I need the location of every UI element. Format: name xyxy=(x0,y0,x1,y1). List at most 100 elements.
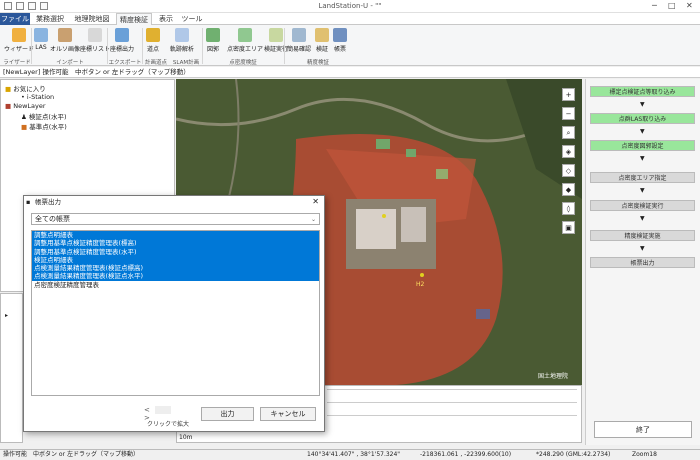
las-button[interactable]: LAS xyxy=(34,28,48,51)
tab-tools[interactable]: ツール xyxy=(180,13,204,25)
quick-check-button[interactable]: 簡易確認 xyxy=(287,28,311,53)
step-density-sheet[interactable]: 点密度図郭設定 xyxy=(590,140,695,151)
arrow-down-icon: ▼ xyxy=(640,187,645,194)
density-area-icon xyxy=(238,28,252,42)
group-export: エクスポート xyxy=(108,60,142,66)
arrow-down-icon: ▼ xyxy=(640,128,645,135)
workflow-panel: 標定点検証点等取り込み ▼ 点群LAS取り込み ▼ 点密度図郭設定 ▼ 点密度エ… xyxy=(585,79,700,445)
report-icon xyxy=(333,28,347,42)
dialog-title: 帳票出力 xyxy=(35,198,61,206)
dialog-app-icon: ▪ xyxy=(26,198,31,206)
close-icon[interactable]: ✕ xyxy=(686,1,693,10)
group-wizard: ライザード xyxy=(3,60,31,66)
report-list[interactable]: 調整点明細表 調整用基準点検証精度管理表(標高) 調整用基準点検証精度管理表(水… xyxy=(31,230,320,396)
folder-icon: ■ xyxy=(5,85,12,93)
coord-list-button[interactable]: 座標リスト xyxy=(80,28,110,53)
layer-icon: ■ xyxy=(5,102,12,110)
maximize-icon[interactable]: □ xyxy=(668,1,676,10)
ribbon: ウィザード LAS オルソ画像 座標リスト 座標出力 道点 軌跡解析 図郭 点密… xyxy=(0,25,700,66)
verify-icon xyxy=(315,28,329,42)
arrow-down-icon: ▼ xyxy=(640,155,645,162)
group-density: 点密度検証 xyxy=(229,60,257,66)
camera-icon[interactable]: ▣ xyxy=(562,221,575,234)
minimize-icon[interactable]: ─ xyxy=(652,1,657,10)
road-point-button[interactable]: 道点 xyxy=(146,28,160,53)
density-area-button[interactable]: 点密度エリア xyxy=(227,28,263,53)
tab-view[interactable]: 表示 xyxy=(154,13,178,25)
list-item[interactable]: 調整用基準点検証精度管理表(水平) xyxy=(32,247,319,256)
group-import: インポート xyxy=(56,60,84,66)
cancel-button[interactable]: キャンセル xyxy=(260,407,316,421)
step-report[interactable]: 帳票出力 xyxy=(590,257,695,268)
las-icon xyxy=(34,28,48,42)
prev-button[interactable]: < xyxy=(144,406,150,414)
step-import-las[interactable]: 点群LAS取り込み xyxy=(590,113,695,124)
window-title: LandStation-U - "" xyxy=(318,2,382,10)
zoom-in-icon[interactable]: + xyxy=(562,88,575,101)
ribbon-tabs: ファイル 業務選択 地理院地図 精度検証 表示 ツール xyxy=(0,13,700,25)
road-point-icon xyxy=(146,28,160,42)
tree-item-base-point[interactable]: ■ 基準点(水平) xyxy=(21,121,67,131)
tab-file[interactable]: ファイル xyxy=(0,13,30,25)
sheet-button[interactable]: 図郭 xyxy=(206,28,220,53)
select-icon[interactable]: ◆ xyxy=(562,183,575,196)
preview-thumb[interactable] xyxy=(155,406,172,414)
map-marker-label: H2 xyxy=(416,281,425,288)
zoom-out-icon[interactable]: − xyxy=(562,107,575,120)
status-bar: 操作可能 中ボタン or 左ドラッグ（マップ移動） 140°34'41.407"… xyxy=(0,449,700,459)
export-icon xyxy=(115,28,129,42)
list-item[interactable]: 検証点明細表 xyxy=(32,255,319,265)
tree-layer[interactable]: ■ NewLayer xyxy=(5,102,46,110)
tab-accuracy[interactable]: 精度検証 xyxy=(116,13,152,25)
group-slam: SLAM計画 xyxy=(172,60,200,66)
step-density-area[interactable]: 点密度エリア指定 xyxy=(590,172,695,183)
sheet-icon xyxy=(206,28,220,42)
report-output-dialog: ▪ 帳票出力 ✕ 全ての帳票 ⌄ 調整点明細表 調整用基準点検証精度管理表(標高… xyxy=(23,195,325,432)
measure-icon[interactable]: ◇ xyxy=(562,164,575,177)
arrow-down-icon: ▼ xyxy=(640,101,645,108)
end-button[interactable]: 終了 xyxy=(594,421,692,438)
list-item[interactable]: 点検測量結果精度管理表(検証点水平) xyxy=(32,272,319,281)
quick-check-icon xyxy=(292,28,306,42)
title-bar: LandStation-U - "" ─ □ ✕ xyxy=(0,0,700,13)
dot-icon: • xyxy=(21,93,25,101)
tree-station[interactable]: • i-Station xyxy=(21,93,54,101)
scale-label: 10m xyxy=(179,434,193,441)
dialog-title-bar: ▪ 帳票出力 ✕ xyxy=(24,196,324,208)
verify-button[interactable]: 検証 xyxy=(315,28,329,53)
zoom-hint: クリックで拡大 xyxy=(147,421,190,428)
ortho-button[interactable]: オルソ画像 xyxy=(50,28,80,53)
search-icon[interactable]: ⌕ xyxy=(562,126,575,139)
coord-output-button[interactable]: 座標出力 xyxy=(110,28,134,53)
step-import-points[interactable]: 標定点検証点等取り込み xyxy=(590,86,695,97)
wizard-button[interactable]: ウィザード xyxy=(4,28,34,53)
step-density-run[interactable]: 点密度検証実行 xyxy=(590,200,695,211)
dialog-close-icon[interactable]: ✕ xyxy=(312,196,319,208)
layer-status-bar: [NewLayer] 操作可能 中ボタン or 左ドラッグ（マップ移動） xyxy=(0,67,700,78)
wizard-icon xyxy=(12,28,26,42)
output-button[interactable]: 出力 xyxy=(201,407,254,421)
tab-gsi-map[interactable]: 地理院地図 xyxy=(70,13,114,25)
report-type-select[interactable]: 全ての帳票 ⌄ xyxy=(31,213,320,225)
tree-favorites[interactable]: ■ お気に入り xyxy=(5,83,46,93)
row-pointer-icon: ▸ xyxy=(5,312,9,319)
step-accuracy[interactable]: 精度検証実施 xyxy=(590,230,695,241)
chevron-down-icon: ⌄ xyxy=(310,216,316,223)
map-toolbar: + − ⌕ ◈ ◇ ◆ ◊ ▣ xyxy=(562,88,577,240)
layer-tool-icon[interactable]: ◈ xyxy=(562,145,575,158)
report-button[interactable]: 帳票 xyxy=(333,28,347,53)
ortho-icon xyxy=(58,28,72,42)
group-road-plan: 計画道点 xyxy=(144,60,167,66)
arrow-down-icon: ▼ xyxy=(640,245,645,252)
tab-project[interactable]: 業務選択 xyxy=(32,13,68,25)
trajectory-button[interactable]: 軌跡解析 xyxy=(170,28,194,53)
list-icon xyxy=(88,28,102,42)
tree-item-check-point[interactable]: ♟ 検証点(水平) xyxy=(21,111,66,121)
person-icon: ♟ xyxy=(21,113,27,121)
base-point-icon: ■ xyxy=(21,123,28,131)
list-item[interactable]: 調整用基準点検証精度管理表(標高) xyxy=(32,239,319,248)
shape-icon[interactable]: ◊ xyxy=(562,202,575,215)
arrow-down-icon: ▼ xyxy=(640,215,645,222)
lower-left-panel: ▸ xyxy=(0,293,23,443)
list-item[interactable]: 点密度検証精度管理表 xyxy=(32,281,319,289)
